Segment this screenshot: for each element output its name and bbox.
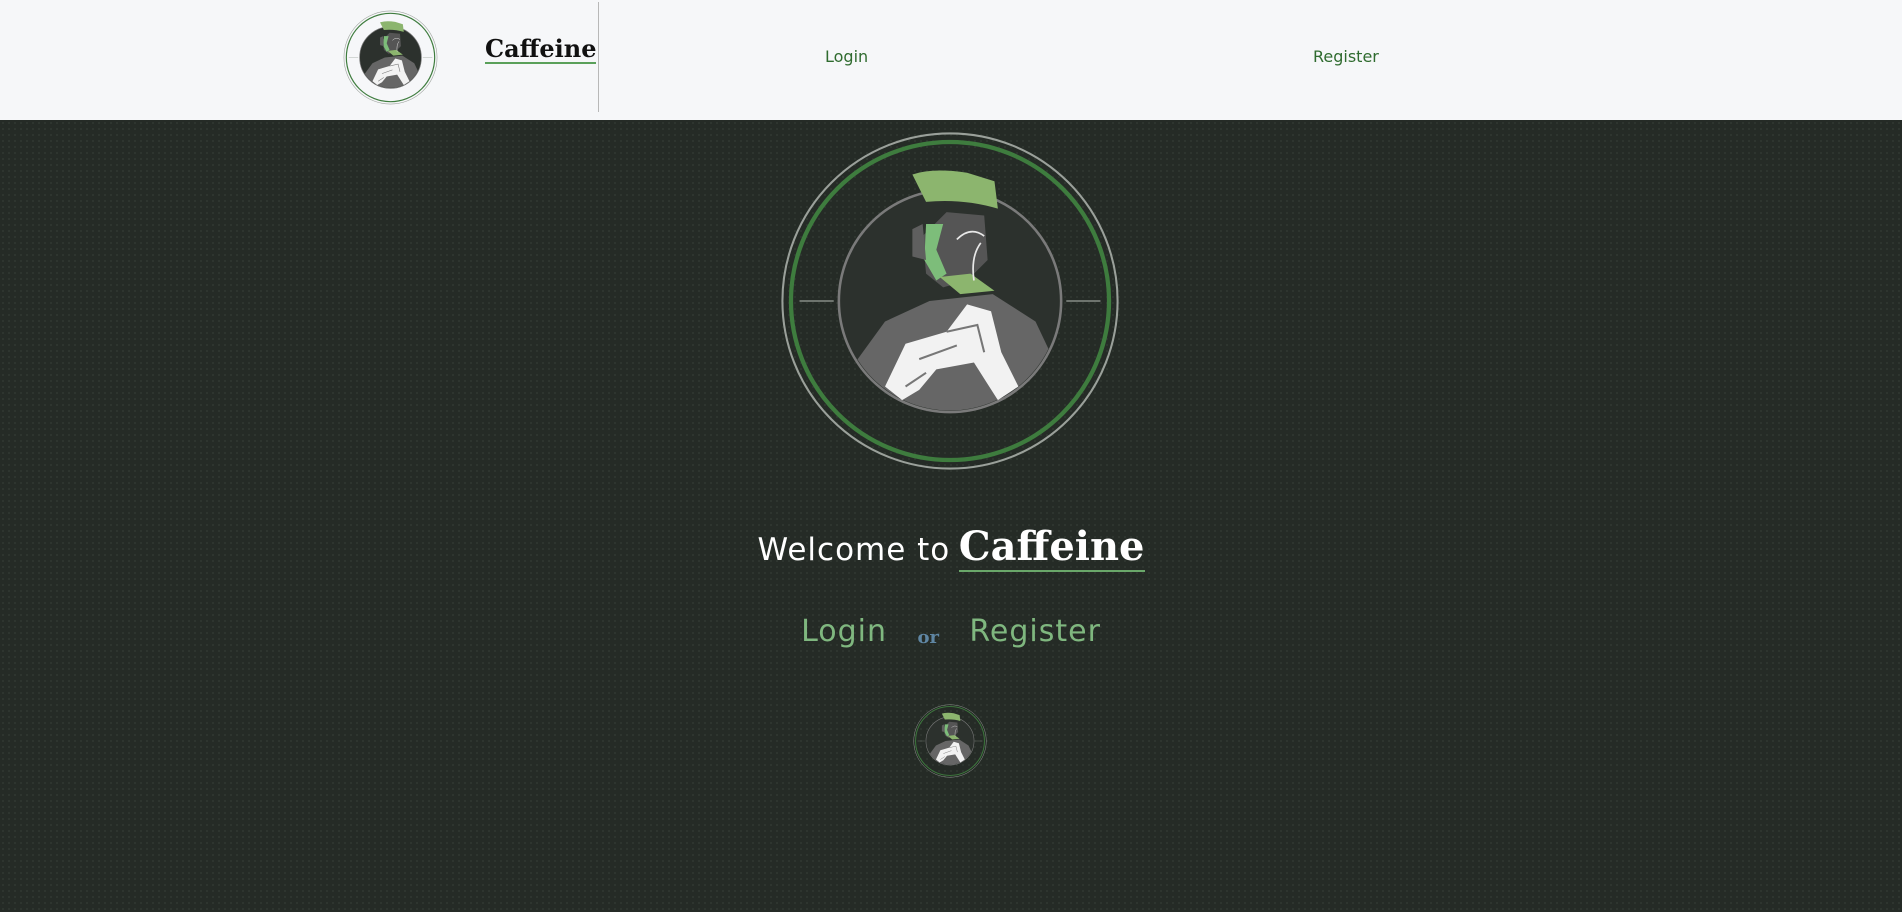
footer-logo-icon bbox=[913, 704, 987, 778]
welcome-brand: Caffeine bbox=[958, 523, 1145, 572]
nav-brand-link[interactable]: Caffeine bbox=[485, 36, 597, 65]
hero-register-link[interactable]: Register bbox=[969, 614, 1101, 649]
nav-divider bbox=[598, 2, 599, 112]
auth-actions: Login or Register bbox=[0, 614, 1902, 649]
top-navbar: Caffeine Login Register bbox=[0, 0, 1902, 120]
or-separator: or bbox=[917, 627, 939, 648]
hero-login-link[interactable]: Login bbox=[801, 614, 887, 649]
nav-login-link[interactable]: Login bbox=[825, 47, 868, 66]
hero-logo-icon bbox=[779, 130, 1121, 472]
nav-logo-icon[interactable] bbox=[343, 10, 438, 105]
nav-register-link[interactable]: Register bbox=[1313, 47, 1379, 66]
welcome-heading: Welcome to Caffeine bbox=[0, 523, 1902, 572]
welcome-prefix: Welcome to bbox=[757, 532, 951, 568]
main-content: Welcome to Caffeine Login or Register bbox=[0, 120, 1902, 912]
